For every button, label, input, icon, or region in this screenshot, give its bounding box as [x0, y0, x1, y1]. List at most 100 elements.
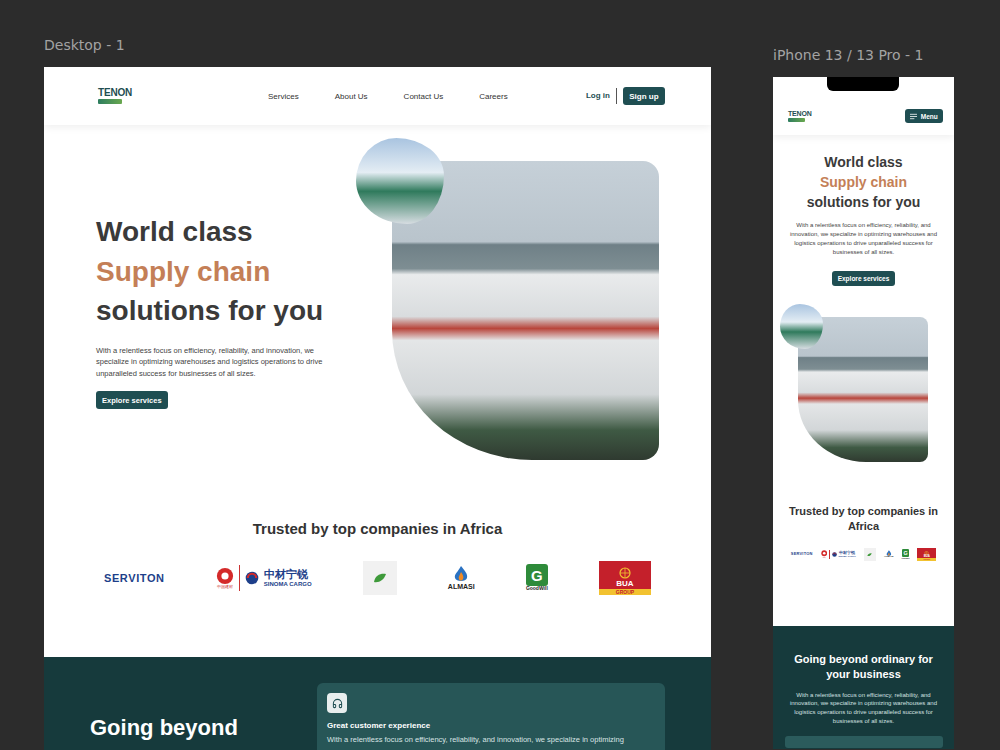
support-icon [327, 693, 347, 713]
desktop-frame-column: Desktop - 1 TENON Services About Us Contact … [44, 37, 711, 750]
goodwill-mark: G [902, 549, 910, 557]
logo-sub: GROUP [599, 589, 651, 596]
trusted-title: Trusted by top companies in Africa [104, 518, 651, 539]
features-body: With a relentless focus on efficiency, r… [787, 691, 940, 726]
nav-bar: TENON Services About Us Contact Us Careers Lo… [44, 67, 711, 125]
title-line: solutions for you [96, 291, 366, 331]
signup-button[interactable]: Sign up [623, 87, 665, 106]
trusted-section: Trusted by top companies in Africa SERVIT… [44, 518, 711, 595]
title-accent: Supply chain [96, 252, 366, 292]
logo-divider [239, 565, 240, 591]
nav-link[interactable]: Contact Us [404, 92, 444, 101]
hero-title: World classSupply chainsolutions for you [787, 153, 940, 213]
logo-sub: SINOMA CARGO [839, 555, 856, 557]
frame-label[interactable]: Desktop - 1 [44, 37, 711, 59]
logo-mark-text: G [903, 550, 907, 556]
leaf-logo [864, 548, 876, 560]
logo-mark-text: G [531, 567, 543, 584]
design-canvas: Desktop - 1 TENON Services About Us Contact … [0, 0, 1000, 750]
hero: World classSupply chainsolutions for you… [773, 153, 954, 286]
leaf-icon [373, 573, 387, 583]
hero-body: With a relentless focus on efficiency, r… [787, 221, 940, 257]
logo-text: TENON [98, 88, 132, 98]
almasi-logo: ALMASI [884, 550, 894, 559]
logo-sub: SINOMA CARGO [264, 581, 312, 588]
login-link[interactable]: Log in [586, 88, 617, 104]
hero-title: World classSupply chainsolutions for you [96, 212, 366, 331]
logo-text: SERVITON [104, 572, 165, 585]
bua-logo: BUAGROUP [917, 548, 936, 560]
sinoma-icon [832, 552, 837, 557]
title-accent: Supply chain [787, 173, 940, 193]
mobile-frame-column: iPhone 13 / 13 Pro - 1 TENON Menu World cla… [773, 47, 954, 749]
title-line: solutions for you [787, 193, 940, 213]
globe-icon [618, 567, 632, 579]
logo-bar [98, 99, 122, 104]
almasi-logo: ALMASI [448, 565, 475, 591]
logo-text: TENON [788, 110, 812, 117]
nav-link[interactable]: About Us [335, 92, 368, 101]
explore-button[interactable]: Explore services [832, 271, 894, 286]
features-section: Going beyond Great customer experience Wit… [44, 657, 711, 750]
logo-divider [829, 550, 830, 559]
logo-row: SERVITON 中国建材 中材宁锐SINOMA CARGO ALMASI GGoodW… [787, 548, 940, 560]
menu-icon [910, 113, 917, 120]
mobile-frame[interactable]: TENON Menu World classSupply chainsolution… [773, 77, 954, 749]
sinoma-text: 中材宁锐SINOMA CARGO [839, 551, 856, 558]
logo-text: 中材宁锐 [839, 551, 855, 556]
hero-media [392, 161, 659, 460]
logo-mark-text: 中国建材 [217, 585, 233, 590]
goodwill-logo: GGoodWill [902, 549, 910, 559]
worker-photo [780, 304, 823, 349]
hero: World classSupply chainsolutions for you… [44, 125, 711, 460]
cnbm-mark: 中国建材 [821, 550, 827, 558]
explore-button[interactable]: Explore services [96, 391, 168, 409]
sinoma-icon [245, 571, 259, 585]
cnbm-mark: 中国建材 [216, 567, 234, 590]
logo-sub: GROUP [917, 558, 936, 560]
serviton-logo: SERVITON [791, 552, 813, 557]
logo-text: 中材宁锐 [264, 568, 308, 581]
leaf-logo [363, 561, 397, 595]
hero-body: With a relentless focus on efficiency, r… [96, 345, 348, 379]
nav-actions: Log in Sign up [586, 87, 665, 106]
trusted-title: Trusted by top companies in Africa [787, 504, 940, 535]
nav-link[interactable]: Careers [479, 92, 507, 101]
card-body: With a relentless focus on efficiency, r… [327, 735, 655, 744]
nav-link[interactable]: Services [268, 92, 299, 101]
logo-text: SERVITON [791, 552, 813, 557]
flower-icon [216, 567, 234, 585]
desktop-frame[interactable]: TENON Services About Us Contact Us Careers Lo… [44, 67, 711, 750]
sinoma-logo: 中国建材 中材宁锐SINOMA CARGO [821, 550, 856, 559]
sinoma-text: 中材宁锐SINOMA CARGO [264, 568, 312, 588]
logo-row: SERVITON 中国建材 中材宁锐SINOMA CARGO ALMASI G GoodW… [104, 561, 651, 595]
site-logo[interactable]: TENON [788, 110, 812, 122]
goodwill-mark: G [526, 564, 548, 586]
bua-logo: BUAGROUP [599, 561, 651, 595]
menu-button[interactable]: Menu [905, 109, 943, 124]
feature-card: Great customer experience With a relentle… [317, 683, 665, 750]
flame-icon [453, 565, 469, 583]
device-notch [827, 77, 899, 91]
worker-photo [356, 138, 444, 224]
features-button[interactable] [785, 736, 943, 748]
logo-bar [788, 118, 805, 122]
logo-text: GoodWill [526, 586, 548, 592]
trusted-section: Trusted by top companies in Africa SERVIT… [773, 504, 954, 561]
goodwill-logo: G GoodWill [526, 564, 548, 592]
flower-icon [821, 550, 827, 556]
hero-media [798, 317, 928, 462]
logo-mark-text: 中国建材 [822, 557, 826, 559]
features-title: Going beyond ordinary for your business [787, 652, 940, 683]
frame-label[interactable]: iPhone 13 / 13 Pro - 1 [773, 47, 954, 69]
serviton-logo: SERVITON [104, 572, 165, 585]
hero-text: World classSupply chainsolutions for you… [96, 212, 366, 410]
title-line: World class [787, 153, 940, 173]
logo-text: GoodWill [902, 557, 910, 559]
card-title: Great customer experience [327, 721, 655, 730]
logo-text: BUA [616, 579, 633, 588]
features-title: Going beyond [90, 683, 317, 744]
title-line: World class [96, 212, 366, 252]
features-section: Going beyond ordinary for your business W… [773, 626, 954, 749]
site-logo[interactable]: TENON [98, 88, 132, 105]
